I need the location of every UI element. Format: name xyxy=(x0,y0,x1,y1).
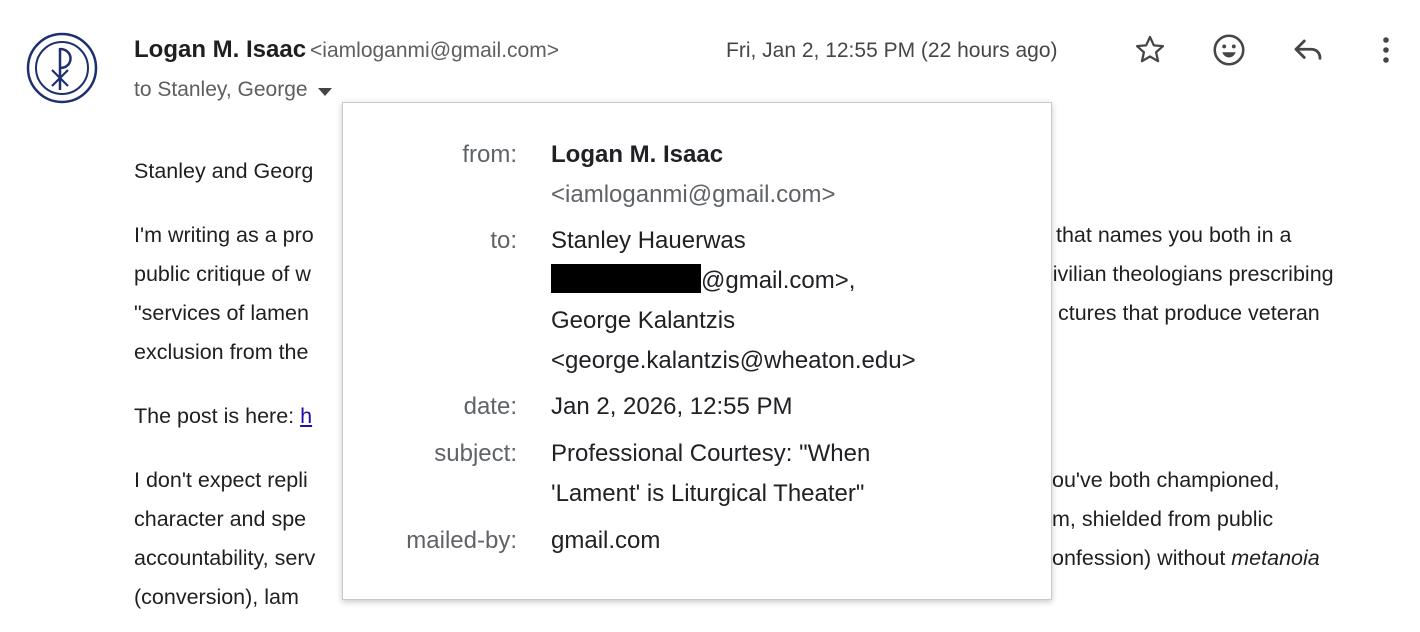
body-text-fragment: that names you both in a xyxy=(1056,223,1292,247)
subject-line-1: Professional Courtesy: "When xyxy=(551,440,871,467)
from-value: Logan M. Isaac <iamloganmi@gmail.com> xyxy=(551,135,1031,215)
emoji-icon xyxy=(1213,34,1245,66)
body-text-fragment: public critique of w xyxy=(134,262,311,286)
to-value: Stanley Hauerwas @gmail.com>, George Kal… xyxy=(551,221,1031,381)
message-details-popup: from: Logan M. Isaac <iamloganmi@gmail.c… xyxy=(342,102,1052,600)
post-link[interactable]: h xyxy=(300,404,312,428)
more-options-button[interactable] xyxy=(1366,30,1406,70)
body-text-fragment: ou've both championed, xyxy=(1052,468,1280,492)
subject-value: Professional Courtesy: "When 'Lament' is… xyxy=(551,434,1031,514)
to-name-1: Stanley Hauerwas xyxy=(551,227,746,254)
to-email-2: <george.kalantzis@wheaton.edu> xyxy=(551,347,916,374)
star-icon xyxy=(1135,35,1165,63)
emoji-reaction-button[interactable] xyxy=(1209,30,1249,70)
date-label: date: xyxy=(463,393,517,420)
email-view: Logan M. Isaac <iamloganmi@gmail.com> to … xyxy=(0,0,1420,632)
body-text-fragment: onfession) without xyxy=(1052,546,1232,570)
body-text-fragment: "services of lamen xyxy=(134,301,309,325)
body-text-fragment: civilian theologians prescribing xyxy=(1042,262,1334,286)
body-text-fragment: The post is here: xyxy=(134,404,301,428)
body-text-fragment: ctures that produce veteran xyxy=(1058,301,1320,325)
body-text-fragment: accountability, serv xyxy=(134,546,316,570)
email-date: Fri, Jan 2, 12:55 PM (22 hours ago) xyxy=(726,39,1058,62)
reply-icon xyxy=(1294,39,1322,60)
chevron-down-icon[interactable] xyxy=(317,87,332,96)
metanoia-term: metanoia xyxy=(1231,546,1320,570)
subject-line-2: 'Lament' is Liturgical Theater" xyxy=(551,480,865,507)
from-name: Logan M. Isaac xyxy=(551,141,724,168)
body-text-fragment: onfession) without metanoia xyxy=(1052,539,1320,578)
redaction-bar xyxy=(551,264,701,293)
star-button[interactable] xyxy=(1130,30,1170,70)
body-text-fragment: I'm writing as a pro xyxy=(134,223,314,247)
subject-label: subject: xyxy=(434,440,517,467)
from-label: from: xyxy=(462,141,517,168)
sender-name[interactable]: Logan M. Isaac xyxy=(134,36,306,63)
to-summary: to Stanley, George xyxy=(134,78,308,101)
mailed-by-label: mailed-by: xyxy=(406,527,517,554)
body-text-fragment: (conversion), lam xyxy=(134,585,299,609)
date-value: Jan 2, 2026, 12:55 PM xyxy=(551,393,793,420)
to-name-2: George Kalantzis xyxy=(551,307,736,334)
recipients-summary: to Stanley, George xyxy=(134,75,332,105)
mailed-by-value: gmail.com xyxy=(551,527,661,554)
body-text-fragment: exclusion from the xyxy=(134,340,309,364)
sender-email: <iamloganmi@gmail.com> xyxy=(310,39,559,62)
to-email-1-suffix: @gmail.com>, xyxy=(701,267,856,294)
chi-rho-icon[interactable] xyxy=(26,32,98,104)
body-text-fragment: m, shielded from public xyxy=(1052,507,1274,531)
avatar-logo xyxy=(26,32,98,104)
reply-button[interactable] xyxy=(1288,30,1328,70)
more-vert-icon xyxy=(1383,37,1389,63)
from-email: <iamloganmi@gmail.com> xyxy=(551,181,836,208)
sender-line: Logan M. Isaac <iamloganmi@gmail.com> xyxy=(134,34,559,67)
body-text-fragment: character and spe xyxy=(134,507,307,531)
body-text-fragment: I don't expect repli xyxy=(134,468,308,492)
to-label: to: xyxy=(490,227,517,254)
to-email-1: @gmail.com>, xyxy=(551,261,1031,301)
